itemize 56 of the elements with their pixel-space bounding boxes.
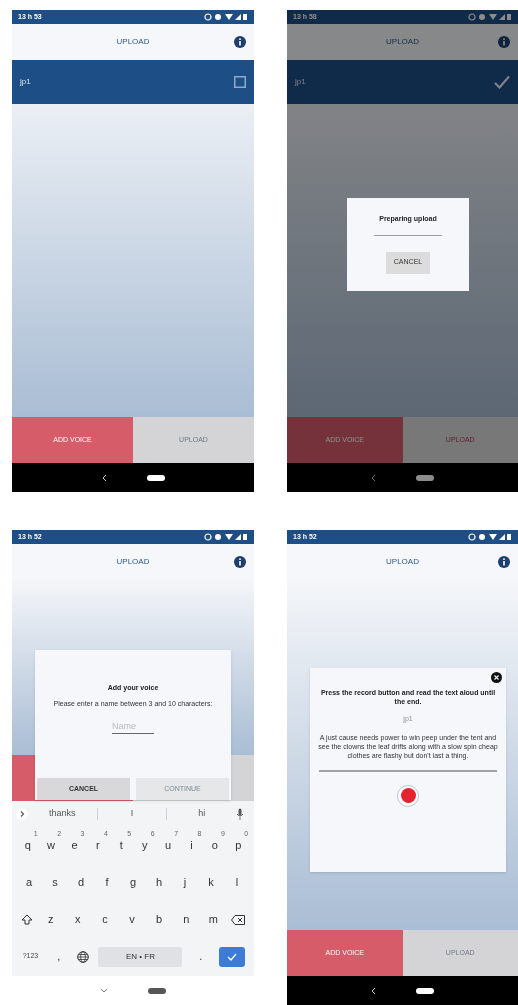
home-pill[interactable] — [148, 987, 166, 994]
suggestion[interactable]: I — [97, 807, 167, 821]
back-icon[interactable] — [101, 473, 107, 482]
keyboard-key[interactable]: k — [202, 870, 220, 895]
row-label: jp1 — [20, 76, 31, 88]
expand-icon[interactable] — [16, 808, 28, 820]
app-title: UPLOAD — [386, 556, 419, 568]
app-title: UPLOAD — [116, 36, 150, 48]
list-row[interactable]: jp1 — [287, 60, 518, 104]
row-label: jp1 — [295, 76, 306, 88]
keyboard-key[interactable]: s — [46, 870, 64, 895]
keyboard-key[interactable]: l — [228, 870, 246, 895]
checkmark-icon — [227, 952, 238, 961]
keyboard-key[interactable]: f — [98, 870, 116, 895]
app-title: UPLOAD — [386, 36, 419, 48]
back-icon[interactable] — [371, 986, 376, 995]
keyboard-key[interactable]: a — [20, 870, 38, 895]
keyboard-key[interactable]: z — [41, 907, 60, 932]
app-title: UPLOAD — [116, 556, 150, 568]
list-row[interactable]: jp1 — [12, 60, 254, 104]
info-icon[interactable] — [234, 556, 246, 568]
suggestion[interactable]: thanks — [28, 807, 97, 821]
status-icons-drawing — [204, 13, 248, 21]
globe-icon[interactable] — [77, 950, 90, 963]
info-icon[interactable] — [498, 556, 510, 568]
keyboard-key[interactable]: . — [191, 944, 210, 969]
home-pill[interactable] — [416, 987, 434, 994]
chevron-down-icon[interactable] — [100, 988, 108, 993]
close-icon[interactable] — [491, 672, 502, 683]
keyboard-key[interactable]: c — [95, 907, 114, 932]
keyboard-key[interactable]: h — [150, 870, 168, 895]
keyboard-key[interactable]: j — [176, 870, 194, 895]
status-icons-drawing — [468, 533, 512, 541]
status-icons-drawing — [204, 533, 248, 541]
home-pill[interactable] — [146, 474, 165, 481]
keyboard-key[interactable]: x — [68, 907, 87, 932]
keyboard-key[interactable]: g — [124, 870, 142, 895]
shift-icon[interactable] — [20, 914, 33, 925]
keyboard-key[interactable]: v — [123, 907, 141, 932]
keyboard-key[interactable]: m — [204, 907, 223, 932]
record-button[interactable] — [397, 784, 419, 807]
keyboard-key[interactable]: n — [177, 907, 196, 932]
info-icon[interactable] — [234, 36, 246, 48]
status-icons-drawing — [468, 13, 512, 21]
suggestion[interactable]: hi — [167, 807, 236, 821]
backspace-icon[interactable] — [231, 914, 246, 925]
keyboard-key[interactable]: , — [49, 944, 68, 969]
enter-key[interactable] — [219, 946, 246, 967]
keyboard-key[interactable]: d — [72, 870, 90, 895]
home-pill[interactable] — [416, 474, 434, 481]
name-field[interactable]: Name — [112, 719, 154, 734]
checkmark-icon[interactable] — [494, 75, 510, 89]
info-icon[interactable] — [498, 36, 510, 48]
space-key[interactable]: EN • FR — [98, 946, 183, 967]
checkbox-icon[interactable] — [234, 76, 246, 88]
keyboard-key[interactable]: b — [150, 907, 169, 932]
